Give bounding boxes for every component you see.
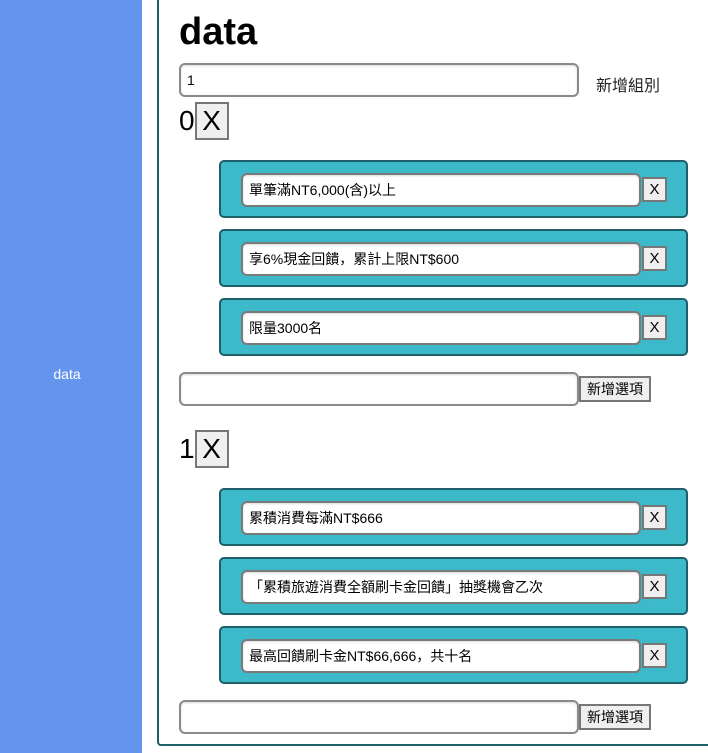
group-header: 0 X [179, 102, 229, 140]
page-title: data [179, 11, 258, 53]
option-card: 累積消費每滿NT$666 X [219, 488, 688, 546]
add-option-button[interactable]: 新增選項 [579, 704, 651, 730]
option-card: 「累積旅遊消費全額刷卡金回饋」抽獎機會乙次 X [219, 557, 688, 615]
remove-option-button[interactable]: X [642, 505, 667, 530]
option-card: 最高回饋刷卡金NT$66,666，共十名 X [219, 626, 688, 684]
remove-option-button[interactable]: X [642, 246, 667, 271]
option-text-field[interactable]: 享6%現金回饋，累計上限NT$600 [241, 242, 641, 276]
remove-group-button[interactable]: X [194, 102, 229, 140]
new-option-input[interactable] [179, 372, 579, 406]
option-card: 限量3000名 X [219, 298, 688, 356]
add-group-button[interactable]: 新增組別 [596, 72, 660, 96]
remove-option-button[interactable]: X [642, 574, 667, 599]
sidebar-item-data[interactable]: data [0, 366, 134, 382]
group-index: 1 [179, 433, 195, 464]
sidebar: data [0, 0, 142, 753]
option-text-field[interactable]: 累積消費每滿NT$666 [241, 501, 641, 535]
new-option-input[interactable] [179, 700, 579, 734]
option-card: 單筆滿NT6,000(含)以上 X [219, 160, 688, 218]
group-index: 0 [179, 105, 195, 136]
option-card: 享6%現金回饋，累計上限NT$600 X [219, 229, 688, 287]
remove-option-button[interactable]: X [642, 177, 667, 202]
group-name-input[interactable] [179, 63, 579, 97]
add-option-button[interactable]: 新增選項 [579, 376, 651, 402]
remove-option-button[interactable]: X [642, 643, 667, 668]
option-text-field[interactable]: 限量3000名 [241, 311, 641, 345]
option-text-field[interactable]: 單筆滿NT6,000(含)以上 [241, 173, 641, 207]
remove-option-button[interactable]: X [642, 315, 667, 340]
remove-group-button[interactable]: X [194, 430, 229, 468]
option-text-field[interactable]: 「累積旅遊消費全額刷卡金回饋」抽獎機會乙次 [241, 570, 641, 604]
group-header: 1 X [179, 430, 229, 468]
option-text-field[interactable]: 最高回饋刷卡金NT$66,666，共十名 [241, 639, 641, 673]
